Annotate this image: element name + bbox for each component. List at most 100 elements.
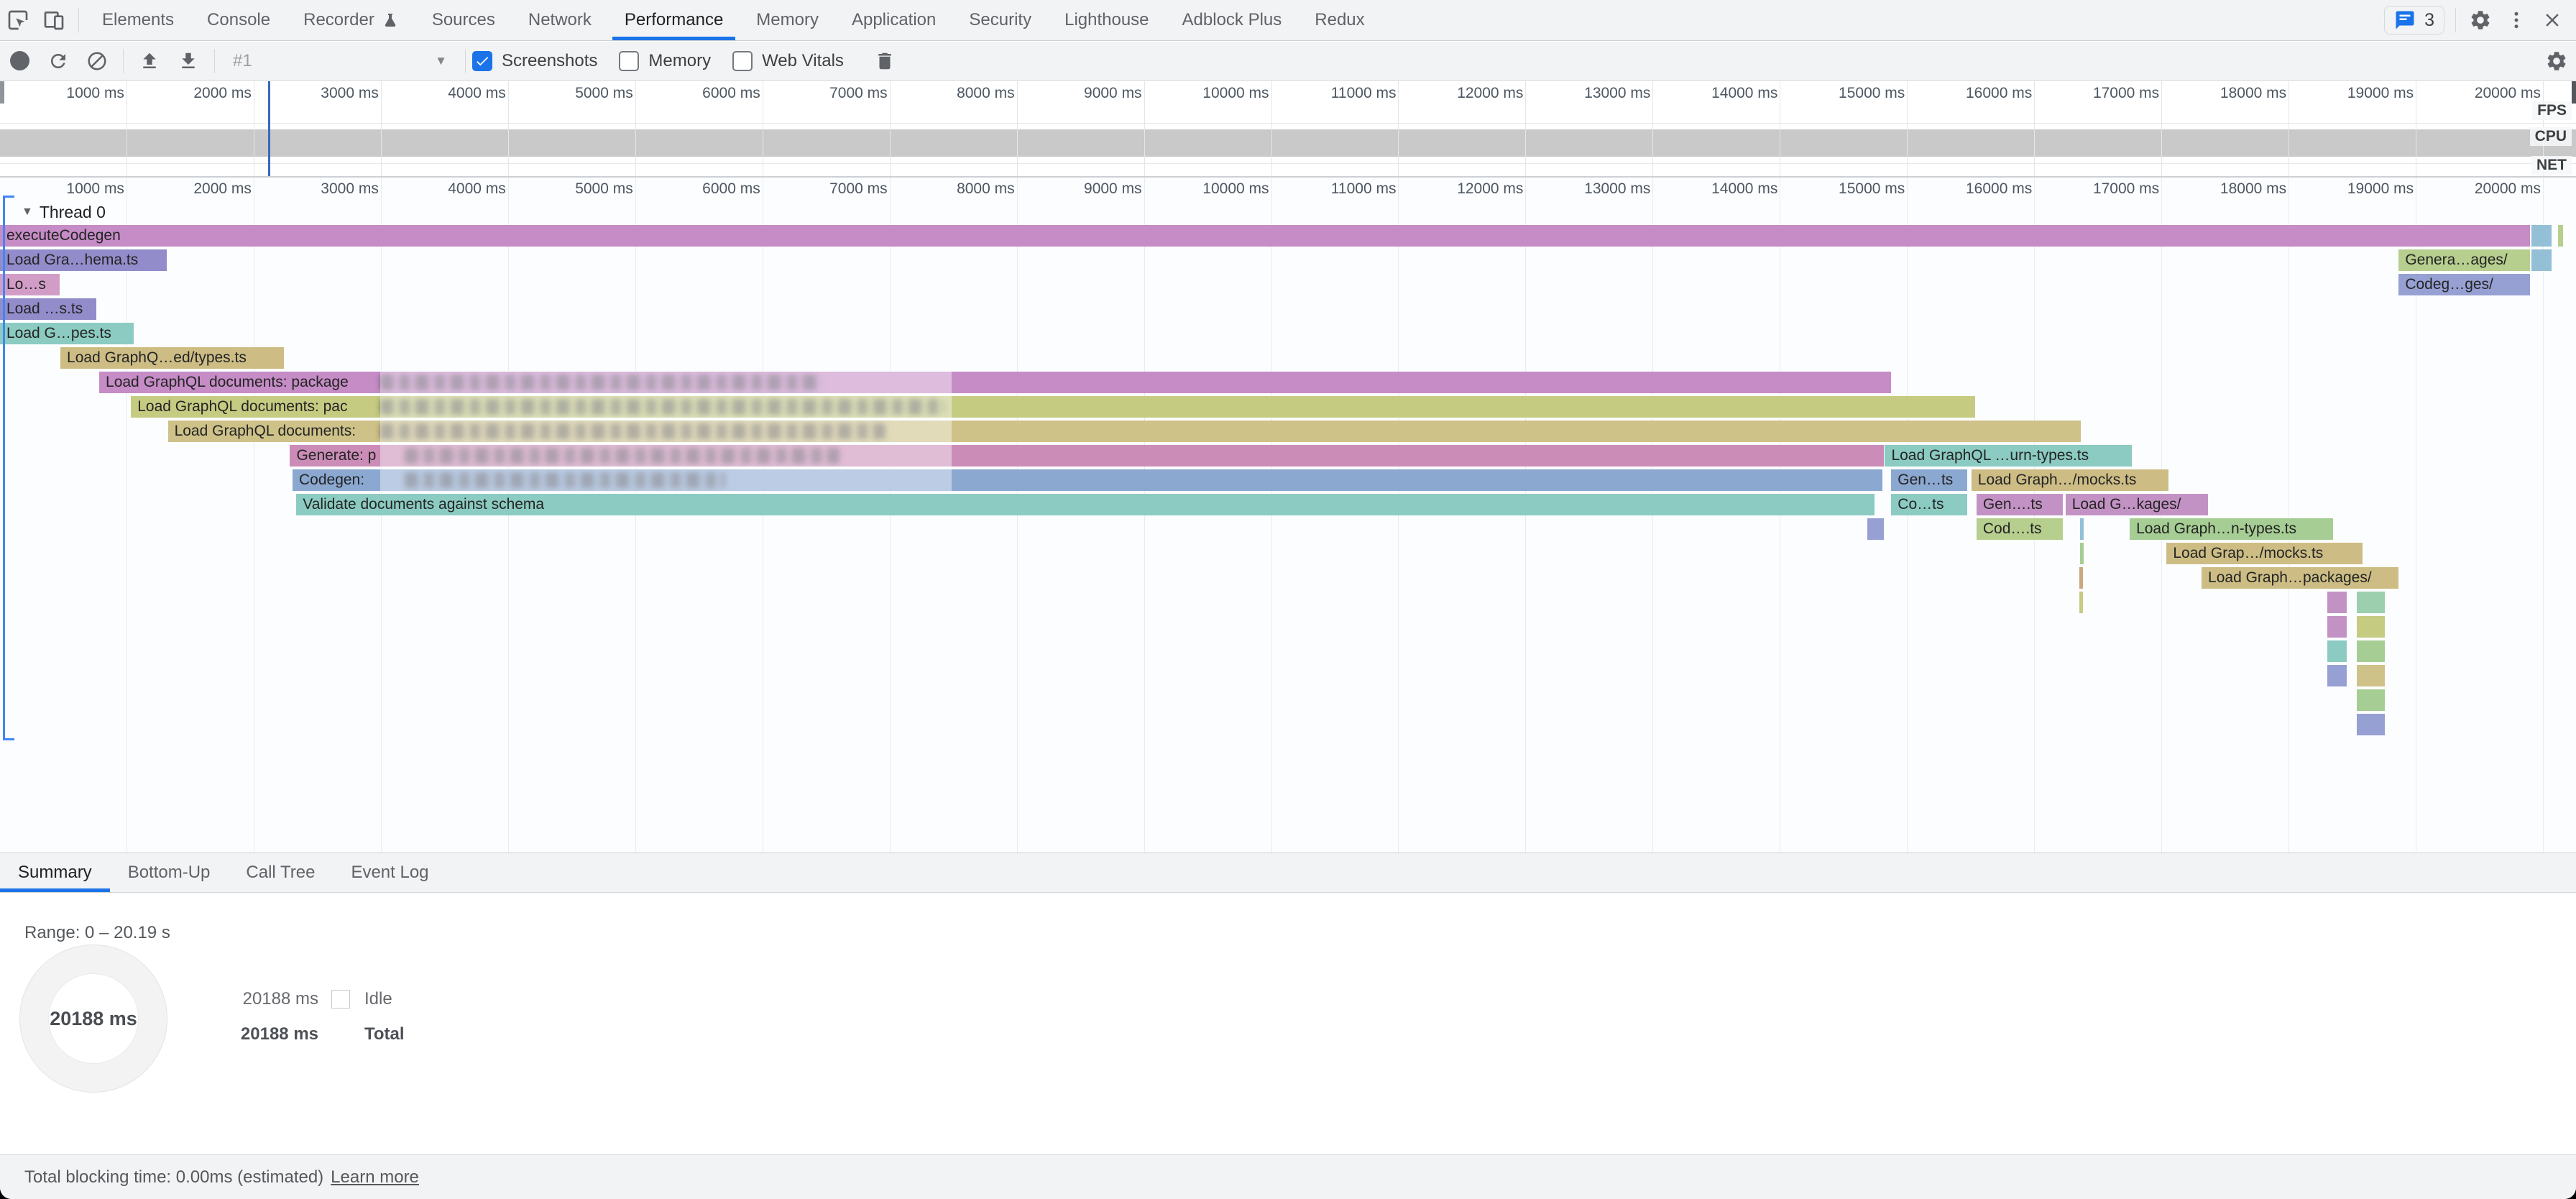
save-profile-icon[interactable] — [169, 43, 208, 79]
flame-event-bar[interactable]: Gen….ts — [1977, 494, 2063, 515]
flame-event-bar[interactable]: Load G…pes.ts — [0, 323, 134, 344]
flame-event-bar[interactable]: Load Graph…packages/ — [2202, 567, 2398, 589]
tab-recorder[interactable]: Recorder — [287, 0, 415, 40]
more-options-kebab-icon[interactable] — [2498, 2, 2534, 38]
checkbox-box-icon[interactable] — [619, 51, 639, 71]
tab-label: Security — [969, 10, 1031, 30]
checkbox-memory[interactable]: Memory — [619, 51, 711, 71]
overview-left-handle[interactable] — [0, 81, 4, 104]
divider — [123, 49, 124, 73]
flame-event-bar[interactable]: Load GraphQL documents: package — [99, 372, 1891, 393]
flame-event-bar[interactable]: Load G…kages/ — [2066, 494, 2208, 515]
checkbox-screenshots[interactable]: Screenshots — [472, 51, 597, 71]
flame-event-bar[interactable]: Load Graph…n-types.ts — [2130, 518, 2333, 540]
tab-redux[interactable]: Redux — [1298, 0, 1381, 40]
tab-sources[interactable]: Sources — [415, 0, 512, 40]
flame-event-bar[interactable]: Codeg…ges/ — [2398, 274, 2529, 295]
flame-event-bar[interactable]: executeCodegen — [0, 225, 2530, 247]
bottom-tab-event-log[interactable]: Event Log — [333, 853, 446, 892]
tab-adblock-plus[interactable]: Adblock Plus — [1166, 0, 1299, 40]
tab-performance[interactable]: Performance — [608, 0, 740, 40]
learn-more-link[interactable]: Learn more — [331, 1167, 419, 1187]
bottom-tab-call-tree[interactable]: Call Tree — [228, 853, 333, 892]
flame-event-bar[interactable] — [2558, 225, 2562, 247]
close-devtools-icon[interactable] — [2534, 2, 2570, 38]
tab-network[interactable]: Network — [512, 0, 608, 40]
flame-event-bar[interactable]: Lo…s — [0, 274, 60, 295]
load-profile-icon[interactable] — [130, 43, 169, 79]
status-bar: Total blocking time: 0.00ms (estimated) … — [0, 1154, 2576, 1199]
checkbox-box-icon[interactable] — [732, 51, 753, 71]
flame-event-bar[interactable] — [2327, 640, 2347, 662]
flame-event-bar[interactable] — [2357, 592, 2385, 613]
flame-event-bar[interactable] — [2080, 543, 2084, 564]
flame-event-label: Codeg…ges/ — [2405, 276, 2493, 293]
checkbox-label: Screenshots — [502, 51, 597, 71]
flame-event-bar[interactable]: Cod….ts — [1977, 518, 2063, 540]
tab-console[interactable]: Console — [190, 0, 287, 40]
tab-security[interactable]: Security — [952, 0, 1048, 40]
flame-chart[interactable]: ▼ Thread 0 1000 ms2000 ms3000 ms4000 ms5… — [0, 178, 2576, 853]
flame-event-bar[interactable] — [2531, 249, 2551, 271]
flame-event-bar[interactable] — [1867, 518, 1884, 540]
checkbox-box-icon[interactable] — [472, 51, 492, 71]
thread-group-header[interactable]: ▼ Thread 0 — [22, 202, 106, 222]
overview-tick-label: 13000 ms — [1541, 84, 1650, 103]
overview-tick-label: 11000 ms — [1287, 84, 1396, 103]
flame-event-bar[interactable] — [2357, 640, 2385, 662]
flame-event-bar[interactable] — [2080, 518, 2084, 540]
tab-label: Console — [207, 10, 270, 30]
flame-event-bar[interactable] — [2327, 592, 2347, 613]
settings-gear-icon[interactable] — [2462, 2, 2498, 38]
flame-event-bar[interactable] — [2531, 225, 2551, 247]
flame-event-bar[interactable]: Gen…ts — [1891, 469, 1967, 491]
tab-lighthouse[interactable]: Lighthouse — [1048, 0, 1165, 40]
overview-tick-label: 4000 ms — [397, 84, 506, 103]
flame-event-label: Co…ts — [1898, 496, 1944, 513]
flame-event-bar[interactable]: Genera…ages/ — [2398, 249, 2529, 271]
device-toolbar-icon[interactable] — [36, 2, 72, 38]
flame-event-bar[interactable] — [2079, 592, 2082, 613]
timeline-overview[interactable]: 1000 ms2000 ms3000 ms4000 ms5000 ms6000 … — [0, 81, 2576, 178]
gridline — [2288, 81, 2289, 176]
flame-event-bar[interactable] — [2357, 689, 2385, 711]
flame-event-bar[interactable] — [2357, 714, 2385, 735]
flame-event-label: Gen….ts — [1983, 496, 2043, 513]
inspect-element-icon[interactable] — [0, 2, 36, 38]
delete-recording-icon[interactable] — [865, 43, 904, 79]
flame-event-bar[interactable]: Load Graph…/mocks.ts — [1972, 469, 2168, 491]
flame-event-label: Load GraphQ…ed/types.ts — [67, 349, 247, 366]
bottom-tab-summary[interactable]: Summary — [0, 853, 110, 892]
record-and-reload-button[interactable] — [39, 43, 78, 79]
bottom-tab-bottom-up[interactable]: Bottom-Up — [110, 853, 229, 892]
recording-select[interactable]: #1 ▼ — [221, 45, 459, 77]
thread-label: Thread 0 — [40, 203, 106, 222]
flame-event-bar[interactable]: Load GraphQL …urn-types.ts — [1885, 445, 2131, 467]
tab-application[interactable]: Application — [835, 0, 952, 40]
tab-label: Adblock Plus — [1182, 10, 1282, 30]
tab-elements[interactable]: Elements — [86, 0, 190, 40]
clear-recording-button[interactable] — [78, 43, 116, 79]
issues-count-button[interactable]: 3 — [2384, 6, 2444, 35]
record-button[interactable] — [0, 43, 39, 79]
flame-event-bar[interactable] — [2079, 567, 2083, 589]
tabbar-right: 3 — [2384, 2, 2576, 38]
flame-event-bar[interactable]: Load GraphQ…ed/types.ts — [60, 347, 284, 369]
overview-right-handle[interactable] — [2572, 81, 2576, 104]
flame-event-bar[interactable] — [2357, 616, 2385, 638]
flame-event-bar[interactable] — [2327, 616, 2347, 638]
tab-memory[interactable]: Memory — [740, 0, 835, 40]
flame-event-bar[interactable]: Validate documents against schema — [296, 494, 1874, 515]
ruler-tick-label: 1000 ms — [15, 178, 124, 200]
gridline — [635, 81, 636, 176]
capture-settings-gear-icon[interactable] — [2537, 43, 2576, 79]
flame-event-bar[interactable] — [2327, 665, 2347, 686]
flame-event-bar[interactable]: Load …s.ts — [0, 298, 96, 320]
flame-event-bar[interactable]: Load Grap…/mocks.ts — [2166, 543, 2363, 564]
flame-event-bar[interactable]: Co…ts — [1891, 494, 1967, 515]
gridline — [2543, 178, 2544, 853]
ruler-tick-label: 16000 ms — [1923, 178, 2032, 200]
flame-event-bar[interactable] — [2357, 665, 2385, 686]
checkbox-web-vitals[interactable]: Web Vitals — [732, 51, 844, 71]
flame-event-bar[interactable]: Load Gra…hema.ts — [0, 249, 167, 271]
